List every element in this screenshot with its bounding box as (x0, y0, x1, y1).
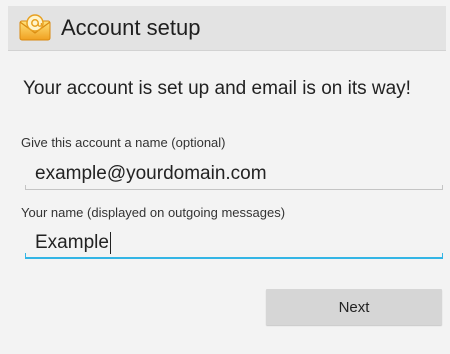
account-name-underline (25, 189, 443, 190)
email-app-icon (18, 12, 52, 42)
your-name-value: Example (35, 232, 109, 253)
account-name-field[interactable]: example@yourdomain.com (25, 160, 443, 190)
account-setup-screen: Account setup Your account is set up and… (0, 0, 450, 354)
action-bar-title: Account setup (61, 15, 201, 40)
account-name-underline-left-tick (25, 185, 26, 190)
text-cursor (109, 232, 111, 254)
your-name-underline-left-tick (25, 253, 26, 259)
your-name-underline-right-tick (442, 253, 443, 259)
your-name-value-wrap: Example (35, 232, 111, 254)
account-name-underline-right-tick (442, 185, 443, 190)
your-name-label: Your name (displayed on outgoing message… (21, 205, 286, 220)
your-name-underline (25, 257, 443, 259)
account-name-label: Give this account a name (optional) (21, 135, 226, 150)
account-name-value: example@yourdomain.com (35, 163, 267, 184)
next-button[interactable]: Next (266, 289, 442, 325)
setup-complete-message: Your account is set up and email is on i… (23, 78, 411, 99)
action-bar: Account setup (8, 6, 446, 51)
your-name-field[interactable]: Example (25, 229, 443, 259)
